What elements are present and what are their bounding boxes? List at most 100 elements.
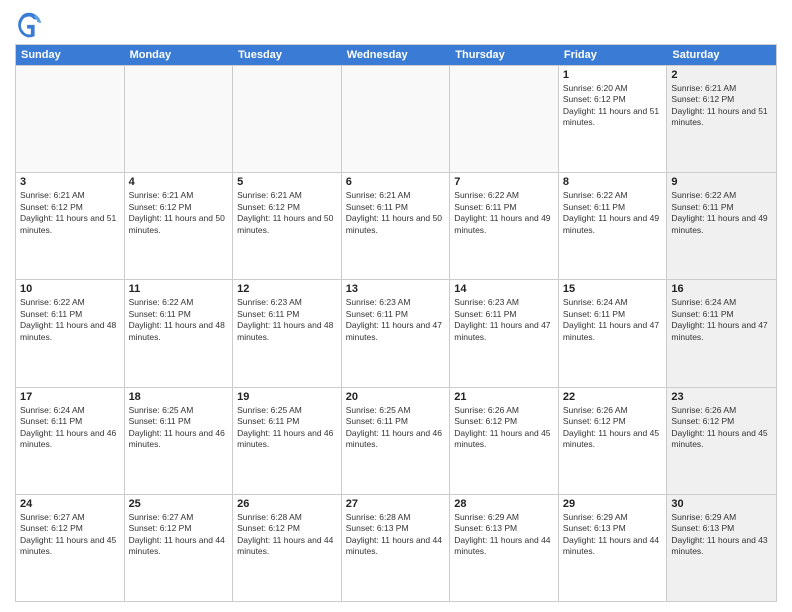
day-number: 14: [454, 283, 554, 295]
cell-details: Sunrise: 6:29 AM Sunset: 6:13 PM Dayligh…: [454, 512, 554, 558]
cal-cell-2-5: 15 Sunrise: 6:24 AM Sunset: 6:11 PM Dayli…: [559, 280, 668, 386]
day-number: 27: [346, 498, 446, 510]
cal-cell-0-6: 2 Sunrise: 6:21 AM Sunset: 6:12 PM Daylig…: [667, 66, 776, 172]
day-number: 16: [671, 283, 772, 295]
cal-cell-4-2: 26 Sunrise: 6:28 AM Sunset: 6:12 PM Dayli…: [233, 495, 342, 601]
calendar-row-1: 3 Sunrise: 6:21 AM Sunset: 6:12 PM Daylig…: [16, 172, 776, 279]
day-number: 20: [346, 391, 446, 403]
cell-details: Sunrise: 6:21 AM Sunset: 6:12 PM Dayligh…: [671, 83, 772, 129]
day-number: 4: [129, 176, 229, 188]
cell-details: Sunrise: 6:26 AM Sunset: 6:12 PM Dayligh…: [563, 405, 663, 451]
header-day-monday: Monday: [125, 45, 234, 65]
cell-details: Sunrise: 6:27 AM Sunset: 6:12 PM Dayligh…: [20, 512, 120, 558]
cell-details: Sunrise: 6:24 AM Sunset: 6:11 PM Dayligh…: [563, 297, 663, 343]
day-number: 10: [20, 283, 120, 295]
cal-cell-1-1: 4 Sunrise: 6:21 AM Sunset: 6:12 PM Daylig…: [125, 173, 234, 279]
logo: [15, 10, 47, 38]
cal-cell-2-0: 10 Sunrise: 6:22 AM Sunset: 6:11 PM Dayli…: [16, 280, 125, 386]
cell-details: Sunrise: 6:25 AM Sunset: 6:11 PM Dayligh…: [129, 405, 229, 451]
cell-details: Sunrise: 6:20 AM Sunset: 6:12 PM Dayligh…: [563, 83, 663, 129]
cal-cell-0-2: [233, 66, 342, 172]
cal-cell-3-2: 19Sunrise: 6:25 AM Sunset: 6:11 PM Dayli…: [233, 388, 342, 494]
cell-details: Sunrise: 6:22 AM Sunset: 6:11 PM Dayligh…: [20, 297, 120, 343]
day-number: 23: [671, 391, 772, 403]
day-number: 15: [563, 283, 663, 295]
cell-details: Sunrise: 6:21 AM Sunset: 6:11 PM Dayligh…: [346, 190, 446, 236]
logo-icon: [15, 10, 43, 38]
cell-details: Sunrise: 6:27 AM Sunset: 6:12 PM Dayligh…: [129, 512, 229, 558]
calendar-row-3: 17 Sunrise: 6:24 AM Sunset: 6:11 PM Dayli…: [16, 387, 776, 494]
calendar-row-0: 1 Sunrise: 6:20 AM Sunset: 6:12 PM Daylig…: [16, 65, 776, 172]
day-number: 28: [454, 498, 554, 510]
cal-cell-3-6: 23 Sunrise: 6:26 AM Sunset: 6:12 PM Dayli…: [667, 388, 776, 494]
header-day-thursday: Thursday: [450, 45, 559, 65]
cal-cell-0-1: [125, 66, 234, 172]
cal-cell-3-3: 20 Sunrise: 6:25 AM Sunset: 6:11 PM Dayli…: [342, 388, 451, 494]
cal-cell-4-4: 28 Sunrise: 6:29 AM Sunset: 6:13 PM Dayli…: [450, 495, 559, 601]
header: [15, 10, 777, 38]
cal-cell-1-3: 6Sunrise: 6:21 AM Sunset: 6:11 PM Daylig…: [342, 173, 451, 279]
cal-cell-4-5: 29 Sunrise: 6:29 AM Sunset: 6:13 PM Dayli…: [559, 495, 668, 601]
header-day-tuesday: Tuesday: [233, 45, 342, 65]
day-number: 7: [454, 176, 554, 188]
cal-cell-2-2: 12Sunrise: 6:23 AM Sunset: 6:11 PM Dayli…: [233, 280, 342, 386]
cell-details: Sunrise: 6:26 AM Sunset: 6:12 PM Dayligh…: [671, 405, 772, 451]
day-number: 11: [129, 283, 229, 295]
cal-cell-1-6: 9Sunrise: 6:22 AM Sunset: 6:11 PM Daylig…: [667, 173, 776, 279]
cal-cell-2-1: 11 Sunrise: 6:22 AM Sunset: 6:11 PM Dayli…: [125, 280, 234, 386]
header-day-friday: Friday: [559, 45, 668, 65]
header-day-saturday: Saturday: [667, 45, 776, 65]
day-number: 13: [346, 283, 446, 295]
cal-cell-4-6: 30 Sunrise: 6:29 AM Sunset: 6:13 PM Dayli…: [667, 495, 776, 601]
cal-cell-3-0: 17 Sunrise: 6:24 AM Sunset: 6:11 PM Dayli…: [16, 388, 125, 494]
cal-cell-1-4: 7Sunrise: 6:22 AM Sunset: 6:11 PM Daylig…: [450, 173, 559, 279]
cell-details: Sunrise: 6:24 AM Sunset: 6:11 PM Dayligh…: [20, 405, 120, 451]
cal-cell-4-3: 27 Sunrise: 6:28 AM Sunset: 6:13 PM Dayli…: [342, 495, 451, 601]
cal-cell-0-4: [450, 66, 559, 172]
cell-details: Sunrise: 6:25 AM Sunset: 6:11 PM Dayligh…: [346, 405, 446, 451]
cal-cell-0-3: [342, 66, 451, 172]
day-number: 1: [563, 69, 663, 81]
cell-details: Sunrise: 6:28 AM Sunset: 6:12 PM Dayligh…: [237, 512, 337, 558]
cal-cell-1-5: 8 Sunrise: 6:22 AM Sunset: 6:11 PM Daylig…: [559, 173, 668, 279]
header-day-sunday: Sunday: [16, 45, 125, 65]
cell-details: Sunrise: 6:21 AM Sunset: 6:12 PM Dayligh…: [237, 190, 337, 236]
cal-cell-1-0: 3Sunrise: 6:21 AM Sunset: 6:12 PM Daylig…: [16, 173, 125, 279]
day-number: 26: [237, 498, 337, 510]
cell-details: Sunrise: 6:23 AM Sunset: 6:11 PM Dayligh…: [346, 297, 446, 343]
cell-details: Sunrise: 6:22 AM Sunset: 6:11 PM Dayligh…: [563, 190, 663, 236]
cell-details: Sunrise: 6:24 AM Sunset: 6:11 PM Dayligh…: [671, 297, 772, 343]
cell-details: Sunrise: 6:26 AM Sunset: 6:12 PM Dayligh…: [454, 405, 554, 451]
day-number: 8: [563, 176, 663, 188]
calendar: SundayMondayTuesdayWednesdayThursdayFrid…: [15, 44, 777, 602]
cell-details: Sunrise: 6:29 AM Sunset: 6:13 PM Dayligh…: [671, 512, 772, 558]
calendar-header: SundayMondayTuesdayWednesdayThursdayFrid…: [16, 45, 776, 65]
day-number: 17: [20, 391, 120, 403]
day-number: 30: [671, 498, 772, 510]
cell-details: Sunrise: 6:29 AM Sunset: 6:13 PM Dayligh…: [563, 512, 663, 558]
cal-cell-1-2: 5Sunrise: 6:21 AM Sunset: 6:12 PM Daylig…: [233, 173, 342, 279]
day-number: 19: [237, 391, 337, 403]
cal-cell-2-6: 16 Sunrise: 6:24 AM Sunset: 6:11 PM Dayli…: [667, 280, 776, 386]
cell-details: Sunrise: 6:23 AM Sunset: 6:11 PM Dayligh…: [454, 297, 554, 343]
day-number: 25: [129, 498, 229, 510]
page: SundayMondayTuesdayWednesdayThursdayFrid…: [0, 0, 792, 612]
cal-cell-0-0: [16, 66, 125, 172]
cell-details: Sunrise: 6:28 AM Sunset: 6:13 PM Dayligh…: [346, 512, 446, 558]
day-number: 22: [563, 391, 663, 403]
cal-cell-2-3: 13 Sunrise: 6:23 AM Sunset: 6:11 PM Dayli…: [342, 280, 451, 386]
cal-cell-4-1: 25 Sunrise: 6:27 AM Sunset: 6:12 PM Dayli…: [125, 495, 234, 601]
day-number: 2: [671, 69, 772, 81]
cell-details: Sunrise: 6:22 AM Sunset: 6:11 PM Dayligh…: [129, 297, 229, 343]
cal-cell-3-5: 22 Sunrise: 6:26 AM Sunset: 6:12 PM Dayli…: [559, 388, 668, 494]
day-number: 12: [237, 283, 337, 295]
cell-details: Sunrise: 6:22 AM Sunset: 6:11 PM Dayligh…: [671, 190, 772, 236]
day-number: 18: [129, 391, 229, 403]
day-number: 3: [20, 176, 120, 188]
cell-details: Sunrise: 6:21 AM Sunset: 6:12 PM Dayligh…: [129, 190, 229, 236]
cal-cell-2-4: 14 Sunrise: 6:23 AM Sunset: 6:11 PM Dayli…: [450, 280, 559, 386]
calendar-row-4: 24Sunrise: 6:27 AM Sunset: 6:12 PM Dayli…: [16, 494, 776, 601]
calendar-body: 1 Sunrise: 6:20 AM Sunset: 6:12 PM Daylig…: [16, 65, 776, 601]
day-number: 29: [563, 498, 663, 510]
cal-cell-0-5: 1 Sunrise: 6:20 AM Sunset: 6:12 PM Daylig…: [559, 66, 668, 172]
